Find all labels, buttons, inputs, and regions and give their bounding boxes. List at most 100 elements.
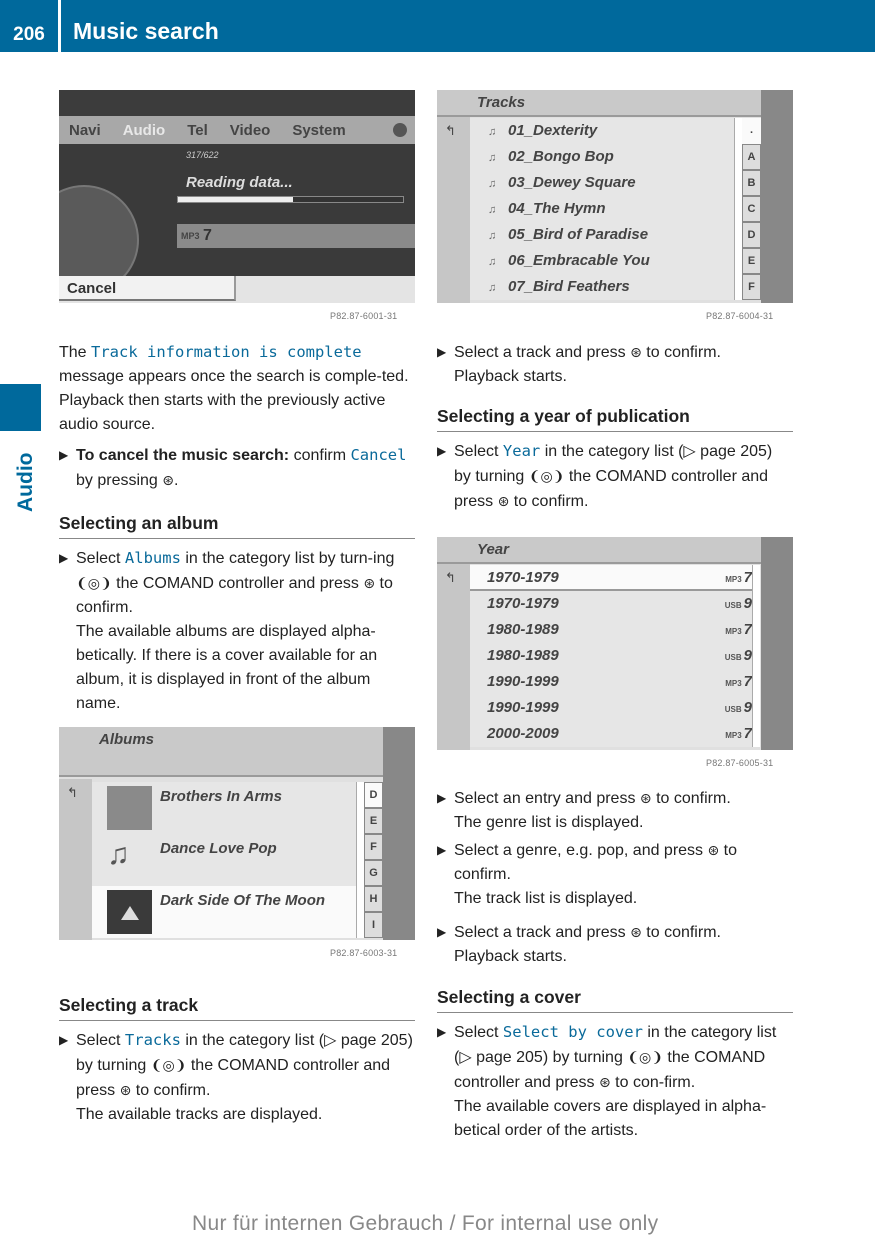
list-header: Albums	[59, 727, 415, 777]
alpha-index-d[interactable]: D	[364, 782, 383, 808]
music-note-icon: ♫	[488, 230, 497, 242]
list-item[interactable]: 1980-1989 USB 9	[470, 643, 760, 669]
header-divider	[58, 0, 61, 52]
scrollbar[interactable]	[752, 565, 760, 747]
alpha-index-item[interactable]: A	[742, 144, 761, 170]
source-indicator: MP3 7	[177, 224, 415, 248]
right-panel	[761, 537, 793, 750]
list-item[interactable]: ♫ 02_Bongo Bop	[470, 144, 735, 170]
figure-code: P82.87-6005-31	[706, 758, 774, 768]
mp3-source-icon: MP3	[181, 231, 200, 241]
step-arrow-icon: ▶	[437, 444, 447, 458]
alpha-index-e[interactable]: E	[364, 808, 383, 834]
alpha-index-item[interactable]: C	[742, 196, 761, 222]
alpha-index-item[interactable]: B	[742, 170, 761, 196]
list-header: Tracks	[437, 90, 793, 117]
cancel-button[interactable]: Cancel	[59, 276, 236, 301]
press-controller-icon: ⊛	[630, 924, 642, 940]
list-item[interactable]: ♫ 07_Bird Feathers	[470, 274, 735, 300]
figure-code: P82.87-6001-31	[330, 311, 398, 321]
alpha-index-f[interactable]: F	[364, 834, 383, 860]
page-header: 206 Music search	[0, 0, 875, 52]
back-icon[interactable]: ↰	[67, 785, 78, 801]
section-tab-marker	[0, 384, 41, 431]
list-item[interactable]: 2000-2009 MP3 7	[470, 721, 760, 747]
right-panel	[383, 727, 415, 940]
source-indicator: USB 9	[724, 647, 752, 664]
list-item[interactable]: ♫ Dance Love Pop	[92, 834, 382, 886]
year-list: 1970-1979 MP3 7 1970-1979 USB 9 1980-1989 MP3 7 1…	[470, 565, 760, 747]
music-note-icon: ♫	[488, 282, 497, 294]
list-header-title: Year	[477, 541, 509, 558]
album-cover-image	[107, 890, 152, 934]
step-arrow-icon: ▶	[437, 925, 447, 939]
list-item[interactable]: ♫ 03_Dewey Square	[470, 170, 735, 196]
source-icon: USB	[724, 705, 742, 714]
music-note-icon: ♫	[488, 204, 497, 216]
search-progress-bar	[177, 196, 404, 203]
watermark: Nur für internen Gebrauch / For internal…	[192, 1212, 659, 1235]
list-item[interactable]: ♫ 04_The Hymn	[470, 196, 735, 222]
screenshot-tracks-list: Tracks ↰ ♫ 01_Dexterity ♫ 02_Bongo Bop ♫ 03_D…	[437, 90, 793, 303]
list-header: Year	[437, 537, 793, 564]
menu-item-navi[interactable]: Navi	[69, 122, 101, 139]
step-arrow-icon: ▶	[59, 551, 69, 565]
list-item[interactable]: 1990-1999 MP3 7	[470, 669, 760, 695]
press-controller-icon: ⊛	[119, 1082, 132, 1098]
list-item[interactable]: 1990-1999 USB 9	[470, 695, 760, 721]
main-menu-bar: Navi Audio Tel Video System	[59, 116, 415, 144]
source-indicator: MP3 7	[725, 725, 752, 742]
menu-item-video[interactable]: Video	[230, 122, 271, 139]
menu-item-tel[interactable]: Tel	[187, 122, 208, 139]
alpha-index-item[interactable]: E	[742, 248, 761, 274]
turn-controller-icon: ❨◎❩	[528, 468, 565, 484]
source-icon: MP3	[725, 731, 742, 740]
menu-dot-icon	[393, 123, 407, 137]
screenshot-albums-list: Albums ↰ Brothers In Arms ♫ Dance Love Po…	[59, 727, 415, 940]
step-cancel: ▶ To cancel the music search: confirm Can…	[59, 443, 415, 493]
source-indicator: MP3 7	[725, 569, 752, 586]
source-indicator: USB 9	[724, 699, 752, 716]
turn-controller-icon: ❨◎❩	[627, 1049, 663, 1065]
section-tab-label: Audio	[14, 452, 37, 512]
source-icon: USB	[724, 601, 742, 610]
list-item-selected[interactable]: 1970-1979 MP3 7	[470, 565, 760, 591]
step-arrow-icon: ▶	[437, 791, 447, 805]
alpha-index-i[interactable]: I	[364, 912, 383, 938]
menu-item-system[interactable]: System	[292, 122, 345, 139]
alpha-index-item[interactable]: .	[742, 118, 761, 144]
list-item[interactable]: 1980-1989 MP3 7	[470, 617, 760, 643]
press-controller-icon: ⊛	[630, 344, 642, 360]
music-note-icon: ♫	[488, 152, 497, 164]
screenshot-music-search-progress: Navi Audio Tel Video System 317/622 Read…	[59, 90, 415, 303]
step-select-genre: ▶ Select a genre, e.g. pop, and press ⊛ t…	[437, 838, 793, 911]
list-item[interactable]: ♫ 01_Dexterity	[470, 118, 735, 144]
back-icon[interactable]: ↰	[445, 123, 456, 139]
alpha-index-item[interactable]: D	[742, 222, 761, 248]
heading-selecting-track: Selecting a track	[59, 993, 415, 1021]
list-item-selected[interactable]: Dark Side Of The Moon	[92, 886, 382, 938]
list-item[interactable]: 1970-1979 USB 9	[470, 591, 760, 617]
music-note-icon: ♫	[488, 256, 497, 268]
track-list: ♫ 01_Dexterity ♫ 02_Bongo Bop ♫ 03_Dewey Squa…	[470, 118, 735, 300]
press-controller-icon: ⊛	[598, 1074, 611, 1090]
source-icon: USB	[724, 653, 742, 662]
alpha-index-g[interactable]: G	[364, 860, 383, 886]
alpha-index-item[interactable]: F	[742, 274, 761, 300]
menu-item-audio[interactable]: Audio	[123, 122, 166, 139]
back-icon[interactable]: ↰	[445, 570, 456, 586]
step-select-track-2: ▶ Select a track and press ⊛ to confirm. P…	[437, 920, 793, 969]
list-item[interactable]: ♫ 05_Bird of Paradise	[470, 222, 735, 248]
press-controller-icon: ⊛	[497, 493, 510, 509]
list-item[interactable]: ♫ 06_Embracable You	[470, 248, 735, 274]
list-item[interactable]: Brothers In Arms	[92, 782, 382, 834]
scrollbar[interactable]	[356, 782, 364, 938]
list-header-title: Albums	[99, 731, 155, 748]
album-list: Brothers In Arms ♫ Dance Love Pop Dark Si…	[92, 782, 382, 938]
alpha-index-h[interactable]: H	[364, 886, 383, 912]
heading-selecting-year: Selecting a year of publication	[437, 404, 793, 432]
page-title: Music search	[73, 18, 219, 44]
step-arrow-icon: ▶	[59, 448, 69, 462]
scrollbar[interactable]	[734, 118, 742, 300]
back-column: ↰	[437, 117, 470, 303]
